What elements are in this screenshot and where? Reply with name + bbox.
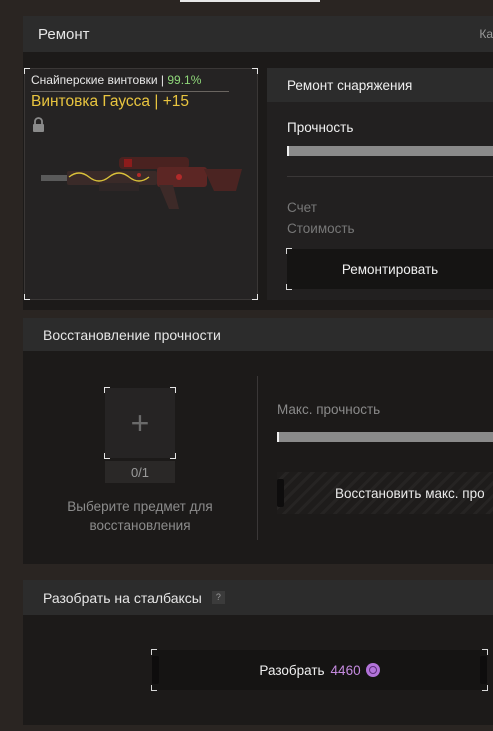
gauss-rifle-image: [41, 157, 242, 209]
disassemble-price: 4460: [330, 662, 361, 678]
lock-icon: [33, 117, 44, 132]
item-category-separator: |: [160, 73, 165, 87]
disassemble-button-label: Разобрать: [259, 662, 325, 678]
top-scroll-indicator: [180, 0, 320, 2]
repair-button[interactable]: Ремонтировать: [286, 248, 493, 290]
equipment-repair-title: Ремонт снаряжения: [267, 68, 493, 102]
repair-panel-header: Ремонт Ка: [23, 16, 493, 52]
max-durability-bar: [277, 432, 493, 442]
item-category-label: Снайперские винтовки: [31, 73, 158, 87]
disassemble-panel-title: Разобрать на сталбаксы: [43, 589, 202, 606]
repair-button-label: Ремонтировать: [341, 261, 439, 277]
max-durability-label: Макс. прочность: [277, 402, 381, 417]
restore-panel-title: Восстановление прочности: [23, 318, 493, 351]
restore-max-durability-button[interactable]: Восстановить макс. про: [277, 472, 493, 514]
durability-label: Прочность: [287, 120, 354, 135]
equipment-repair-box: Ремонт снаряжения Прочность Счет Стоимос…: [267, 68, 493, 300]
cost-label: Стоимость: [287, 221, 355, 236]
item-durability-percent: 99.1%: [167, 73, 202, 87]
item-category: Снайперские винтовки | 99.1%: [31, 73, 201, 87]
help-icon[interactable]: ?: [211, 591, 225, 604]
slot-count: 0/1: [105, 461, 175, 483]
durability-bar: [287, 146, 493, 156]
category-tab-label[interactable]: Ка: [479, 27, 493, 41]
disassemble-button[interactable]: Разобрать 4460: [151, 649, 488, 691]
plus-icon: +: [130, 404, 150, 441]
vertical-divider: [257, 376, 258, 540]
divider: [287, 176, 493, 177]
restore-button-label: Восстановить макс. про: [335, 485, 485, 501]
stalbucks-coin-icon: [365, 663, 380, 677]
disassemble-panel-header: Разобрать на сталбаксы ?: [23, 580, 493, 615]
restore-hint: Выберите предмет для восстановления: [67, 499, 213, 533]
item-name: Винтовка Гаусса | +15: [31, 91, 229, 111]
account-label: Счет: [287, 200, 317, 215]
restore-item-slot[interactable]: +: [104, 387, 176, 459]
item-card[interactable]: Снайперские винтовки | 99.1% Винтовка Га…: [24, 68, 258, 300]
repair-panel-title: Ремонт: [38, 25, 90, 43]
